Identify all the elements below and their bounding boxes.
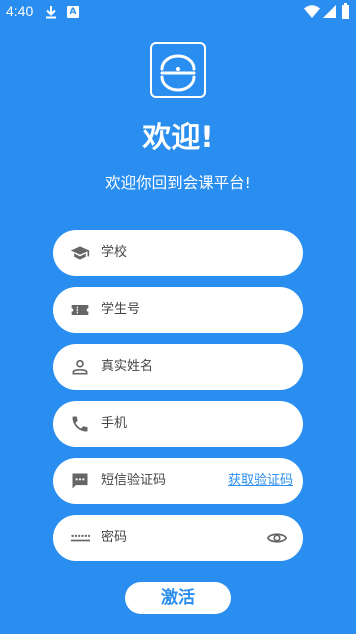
person-icon: [72, 359, 88, 375]
password-placeholder: 密码: [101, 530, 128, 545]
sms-code-field[interactable]: 短信验证码 获取验证码: [53, 458, 303, 504]
battery-icon: [342, 3, 349, 19]
school-field[interactable]: 学校: [53, 230, 303, 276]
status-bar: 4:40 A: [0, 0, 356, 24]
real-name-field[interactable]: 真实姓名: [53, 344, 303, 390]
signal-icon: [323, 5, 336, 18]
logo-icon: [160, 54, 196, 92]
app-logo: [150, 42, 206, 98]
graduation-cap-icon: [70, 246, 90, 260]
student-number-field[interactable]: 学生号: [53, 287, 303, 333]
get-code-button[interactable]: 获取验证码: [228, 458, 293, 504]
phone-icon: [72, 416, 88, 432]
ticket-icon: [71, 305, 89, 315]
welcome-title: 欢迎!: [142, 120, 214, 154]
sms-icon: [72, 473, 88, 489]
notification-letter: A: [69, 7, 77, 17]
school-placeholder: 学校: [101, 245, 128, 260]
real-name-placeholder: 真实姓名: [101, 359, 154, 374]
welcome-subtitle: 欢迎你回到会课平台!: [105, 174, 251, 192]
notification-icon: A: [67, 6, 79, 18]
activate-button[interactable]: 激活: [125, 582, 231, 614]
status-time: 4:40: [6, 3, 34, 19]
wifi-icon: [304, 5, 320, 18]
phone-field[interactable]: 手机: [53, 401, 303, 447]
password-icon: [70, 534, 90, 542]
password-field[interactable]: 密码: [53, 515, 303, 561]
download-icon: [46, 6, 56, 19]
phone-placeholder: 手机: [101, 416, 128, 431]
eye-icon[interactable]: [267, 528, 287, 548]
student-number-placeholder: 学生号: [101, 302, 141, 317]
sms-code-placeholder: 短信验证码: [101, 473, 167, 488]
